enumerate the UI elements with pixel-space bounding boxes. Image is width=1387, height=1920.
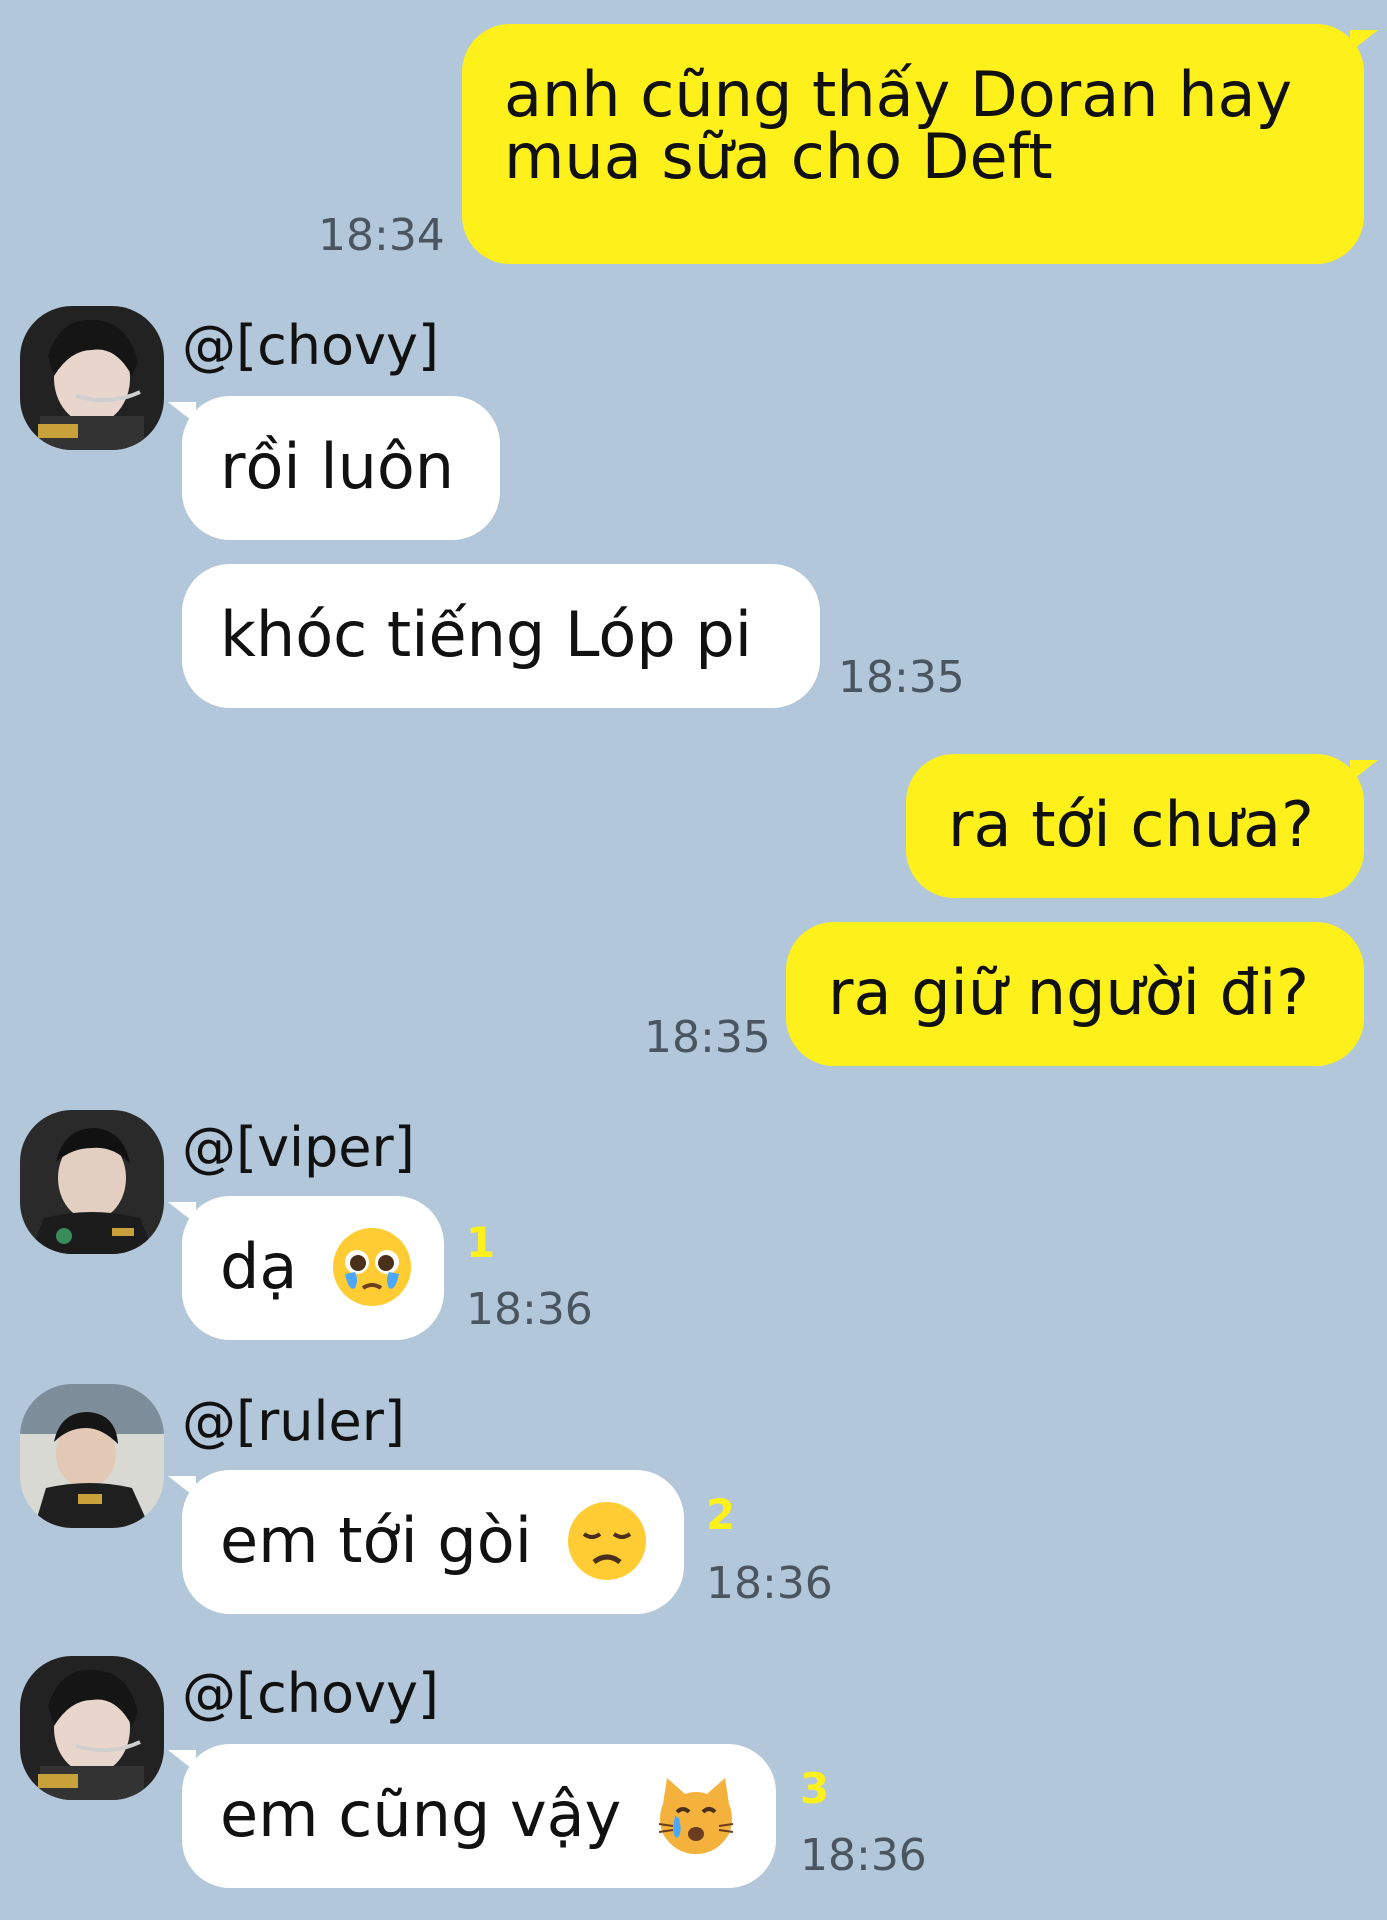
message-text: ra giữ người đi? bbox=[828, 956, 1310, 1029]
sent-message-bubble[interactable]: ra tới chưa? bbox=[906, 754, 1378, 898]
message-timestamp: 18:35 bbox=[838, 652, 965, 703]
received-message-bubble[interactable]: em cũng vậy bbox=[168, 1744, 776, 1888]
avatar-ruler[interactable] bbox=[20, 1384, 164, 1528]
message-text: khóc tiếng Lóp pi bbox=[220, 598, 752, 671]
received-message-bubble[interactable]: em tới gòi bbox=[168, 1470, 684, 1614]
message-timestamp: 18:35 bbox=[644, 1012, 771, 1063]
unread-count: 2 bbox=[706, 1490, 736, 1539]
message-text: rồi luôn bbox=[220, 430, 455, 503]
unread-count: 1 bbox=[466, 1218, 496, 1267]
sender-name: @[ruler] bbox=[182, 1390, 405, 1453]
sent-message-bubble[interactable]: anh cũng thấy Doran hay mua sữa cho Deft bbox=[462, 24, 1378, 264]
received-message-bubble[interactable]: khóc tiếng Lóp pi bbox=[182, 564, 820, 708]
message-text-line-1: anh cũng thấy Doran hay bbox=[504, 58, 1293, 131]
avatar-viper[interactable] bbox=[20, 1110, 164, 1254]
message-timestamp: 18:36 bbox=[706, 1558, 833, 1609]
avatar-chovy[interactable] bbox=[20, 306, 164, 450]
message-text-line-2: mua sữa cho Deft bbox=[504, 120, 1053, 193]
message-text: em cũng vậy bbox=[220, 1778, 622, 1851]
unread-count: 3 bbox=[800, 1764, 830, 1813]
sent-message-bubble[interactable]: ra giữ người đi? bbox=[786, 922, 1364, 1066]
message-timestamp: 18:34 bbox=[318, 210, 445, 261]
crying-cat-emoji-icon bbox=[655, 1774, 737, 1856]
message-text: ra tới chưa? bbox=[948, 788, 1314, 861]
disappointed-face-emoji-icon bbox=[566, 1500, 648, 1582]
sender-name: @[viper] bbox=[182, 1116, 415, 1179]
message-text: em tới gòi bbox=[220, 1504, 532, 1577]
message-timestamp: 18:36 bbox=[800, 1830, 927, 1881]
received-message-bubble[interactable]: dạ bbox=[168, 1196, 444, 1340]
message-text: dạ bbox=[220, 1230, 298, 1303]
avatar-chovy[interactable] bbox=[20, 1656, 164, 1800]
sender-name: @[chovy] bbox=[182, 1662, 440, 1725]
message-timestamp: 18:36 bbox=[466, 1284, 593, 1335]
pleading-tears-emoji-icon bbox=[331, 1226, 413, 1308]
received-message-bubble[interactable]: rồi luôn bbox=[168, 396, 500, 540]
sender-name: @[chovy] bbox=[182, 314, 440, 377]
